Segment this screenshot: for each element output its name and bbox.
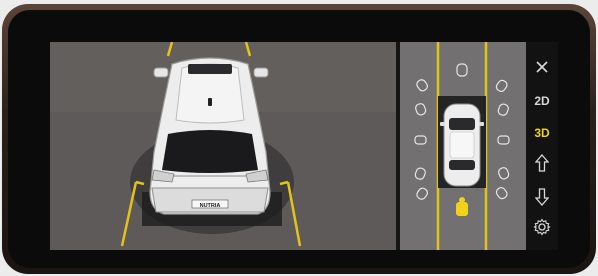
vehicle-3d-model [149,57,271,215]
top-down-canvas [400,42,526,250]
rear-camera-button[interactable] [526,186,558,208]
arrow-up-icon [535,154,549,172]
license-plate-text: NUTRIA [200,203,221,209]
view-3d-label: 3D [534,126,550,140]
top-down-view [400,42,526,250]
gear-icon [533,218,551,236]
view-3d-button[interactable]: 3D [526,122,558,144]
arrow-down-icon [535,188,549,206]
settings-button[interactable] [526,216,558,238]
vehicle-top-model [440,103,484,187]
control-column: 2D 3D [526,42,558,250]
camera-3d-view: NUTRIA [50,42,396,250]
close-icon [536,61,548,73]
surround-view-screen: NUTRIA 2D 3D [50,42,558,250]
close-button[interactable] [526,56,558,78]
view-2d-label: 2D [534,94,550,108]
camera-3d-canvas: NUTRIA [50,42,396,250]
front-camera-button[interactable] [526,152,558,174]
view-2d-button[interactable]: 2D [526,90,558,112]
